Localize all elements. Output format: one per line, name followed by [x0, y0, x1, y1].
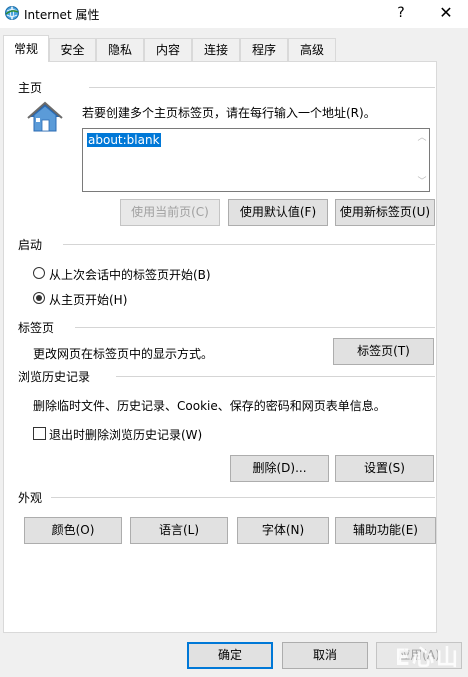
watermark-logo: E心山林	[395, 646, 461, 671]
use-new-tab-button[interactable]: 使用新标签页(U)	[335, 199, 435, 226]
history-group-label: 浏览历史记录	[18, 370, 91, 384]
history-settings-button[interactable]: 设置(S)	[335, 455, 434, 482]
use-default-button[interactable]: 使用默认值(F)	[228, 199, 328, 226]
tab-connections[interactable]: 连接	[192, 38, 240, 61]
window-title: Internet 属性	[24, 8, 100, 22]
delete-on-exit-checkbox[interactable]	[33, 427, 46, 440]
tabs-settings-button[interactable]: 标签页(T)	[333, 338, 434, 365]
close-button[interactable]: ✕	[432, 2, 460, 24]
appearance-group-label: 外观	[18, 491, 43, 505]
tabs-group-label: 标签页	[18, 321, 55, 335]
tab-privacy[interactable]: 隐私	[96, 38, 144, 61]
scroll-up-icon[interactable]: ︿	[417, 133, 427, 143]
startup-last-session-radio[interactable]	[33, 267, 45, 279]
history-description: 删除临时文件、历史记录、Cookie、保存的密码和网页表单信息。	[33, 399, 386, 413]
tab-security[interactable]: 安全	[49, 38, 96, 61]
startup-home-radio[interactable]	[33, 292, 45, 304]
accessibility-button[interactable]: 辅助功能(E)	[335, 517, 436, 544]
home-group-divider	[89, 87, 435, 88]
appearance-group-divider	[51, 497, 435, 498]
ok-button[interactable]: 确定	[187, 642, 273, 669]
startup-group-divider	[63, 244, 435, 245]
homepage-textarea[interactable]: about:blank ︿ ﹀	[82, 128, 430, 192]
startup-last-session-label[interactable]: 从上次会话中的标签页开始(B)	[49, 266, 211, 283]
languages-button[interactable]: 语言(L)	[130, 517, 228, 544]
delete-history-button[interactable]: 删除(D)...	[230, 455, 329, 482]
startup-group-label: 启动	[18, 238, 43, 252]
tab-general[interactable]: 常规	[3, 35, 49, 62]
home-group-label: 主页	[18, 81, 43, 95]
tab-advanced[interactable]: 高级	[288, 38, 336, 61]
tab-content[interactable]: 内容	[144, 38, 192, 61]
delete-on-exit-label[interactable]: 退出时删除浏览历史记录(W)	[49, 426, 202, 443]
tabs-group-divider	[75, 327, 435, 328]
home-instruction: 若要创建多个主页标签页，请在每行输入一个地址(R)。	[82, 106, 376, 120]
startup-home-label[interactable]: 从主页开始(H)	[49, 291, 127, 308]
fonts-button[interactable]: 字体(N)	[237, 517, 329, 544]
internet-globe-icon	[5, 6, 19, 20]
scroll-down-icon[interactable]: ﹀	[417, 177, 427, 187]
tabs-description: 更改网页在标签页中的显示方式。	[33, 347, 214, 361]
history-group-divider	[116, 376, 435, 377]
colors-button[interactable]: 颜色(O)	[24, 517, 122, 544]
home-icon	[27, 101, 63, 132]
help-button[interactable]: ?	[388, 2, 414, 24]
use-current-button[interactable]: 使用当前页(C)	[120, 199, 220, 226]
homepage-scrollbar[interactable]: ︿ ﹀	[415, 129, 429, 191]
tab-programs[interactable]: 程序	[240, 38, 288, 61]
cancel-button[interactable]: 取消	[282, 642, 368, 669]
homepage-value: about:blank	[87, 133, 161, 147]
title-bar: Internet 属性 ? ✕	[0, 0, 468, 28]
